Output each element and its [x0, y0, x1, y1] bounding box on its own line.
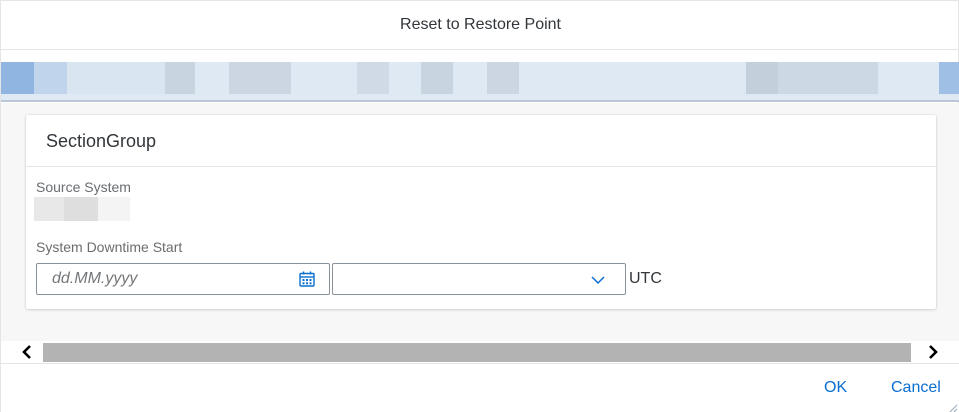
dialog: Reset to Restore Point SectionGroup Sour… [0, 0, 959, 412]
obscured-block [487, 62, 519, 94]
calendar-icon[interactable] [299, 271, 315, 287]
obscured-block [34, 62, 67, 94]
obscured-block [357, 62, 389, 94]
obscured-block [165, 62, 195, 94]
date-input[interactable] [38, 265, 288, 293]
obscured-block [778, 62, 878, 94]
dialog-footer: OK Cancel [1, 363, 959, 412]
resize-handle-icon[interactable] [948, 401, 958, 412]
chevron-down-icon[interactable] [591, 273, 605, 287]
obscured-value [34, 197, 64, 221]
timezone-suffix: UTC [629, 270, 662, 287]
chevron-left-icon[interactable] [17, 343, 37, 361]
dialog-content: SectionGroup Source System System Downti… [1, 103, 959, 341]
cancel-button[interactable]: Cancel [891, 379, 941, 397]
divider [26, 166, 936, 167]
obscured-block [939, 62, 959, 94]
horizontal-scrollbar[interactable] [1, 341, 959, 363]
section-group-card: SectionGroup Source System System Downti… [26, 115, 936, 309]
source-system-label: Source System [36, 179, 131, 195]
scrollbar-thumb[interactable] [43, 343, 911, 362]
downtime-start-label: System Downtime Start [36, 239, 183, 255]
obscured-block [229, 62, 291, 94]
date-picker[interactable] [36, 263, 330, 295]
obscured-block [746, 62, 778, 94]
chevron-right-icon[interactable] [923, 343, 943, 361]
obscured-header-strip [1, 62, 959, 102]
dialog-title: Reset to Restore Point [1, 1, 959, 50]
section-title: SectionGroup [46, 131, 157, 151]
obscured-block [1, 62, 34, 94]
time-select[interactable] [332, 263, 626, 295]
obscured-block [67, 62, 165, 94]
obscured-block [421, 62, 453, 94]
obscured-value [64, 197, 98, 221]
ok-button[interactable]: OK [824, 379, 847, 397]
obscured-value [98, 197, 130, 221]
